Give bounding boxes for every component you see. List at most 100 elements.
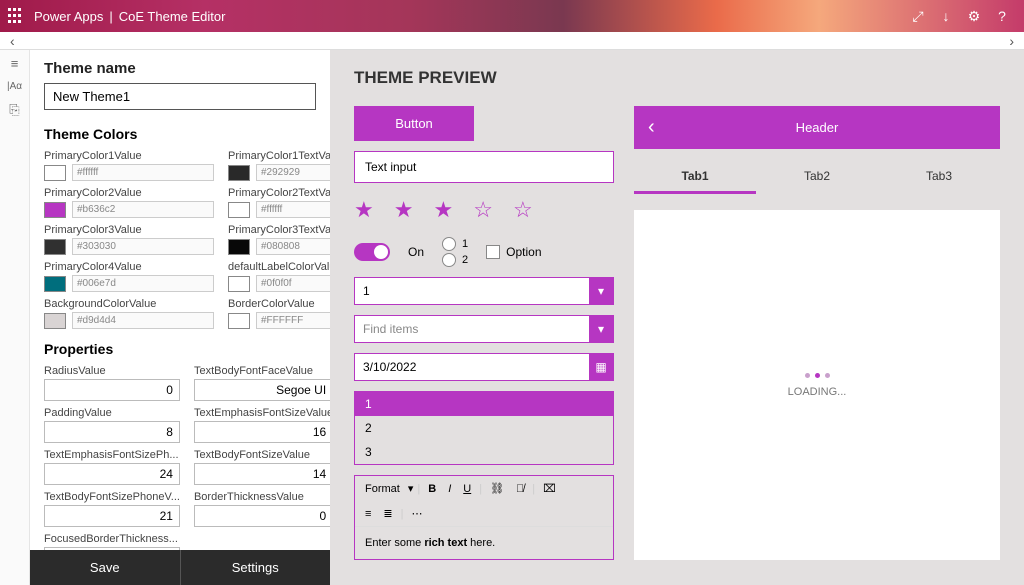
color-swatch[interactable] [228, 239, 250, 255]
find-combo[interactable]: ▾ [354, 315, 614, 343]
loading-card: LOADING... [634, 210, 1000, 560]
preview-header-bar: ‹ Header [634, 106, 1000, 149]
color-swatch[interactable] [228, 202, 250, 218]
theme-name-label: Theme name [44, 60, 316, 77]
checkbox-label: Option [506, 245, 541, 259]
top-bar: Power Apps | CoE Theme Editor ⤢ ↓ ⚙ ? [0, 0, 1024, 32]
forward-chevron-icon[interactable]: › [1009, 33, 1014, 49]
unlink-icon[interactable]: ⛓̸ [512, 481, 528, 497]
rating-control[interactable]: ★ ★ ★ ☆ ☆ [354, 197, 614, 223]
fontface-label: TextBodyFontFaceValue [194, 365, 330, 377]
list-item[interactable]: 2 [355, 416, 613, 440]
radius-input[interactable] [44, 379, 180, 401]
combo-box[interactable]: ▾ [354, 277, 614, 305]
calendar-icon[interactable]: ▦ [589, 354, 613, 380]
link-icon[interactable]: ⛓ [486, 480, 508, 497]
color-swatch[interactable] [44, 202, 66, 218]
body-size-input[interactable] [194, 463, 330, 485]
fit-icon[interactable]: ⤢ [904, 8, 932, 25]
color-hex-input[interactable] [72, 201, 214, 218]
radio-2[interactable] [442, 253, 456, 267]
toggle-switch[interactable] [354, 243, 390, 261]
waffle-icon[interactable] [8, 8, 24, 24]
preview-text-input[interactable] [354, 151, 614, 183]
body-size-label: TextBodyFontSizeValue [194, 449, 330, 461]
tab-1[interactable]: Tab1 [634, 161, 756, 194]
align-left-icon[interactable]: ≡ [361, 506, 375, 522]
chevron-down-icon[interactable]: ▾ [589, 278, 613, 304]
settings-button[interactable]: Settings [180, 550, 331, 585]
rail-data-icon[interactable]: ⎘ [9, 102, 19, 118]
border-thick-input[interactable] [194, 505, 330, 527]
color-hex-input[interactable] [72, 164, 214, 181]
title-divider: | [109, 9, 112, 24]
rich-text-editor[interactable]: Format▾ | B I U | ⛓ ⛓̸ | ⌧ ≡ ≣ | [354, 475, 614, 560]
color-hex-input[interactable] [72, 275, 214, 292]
star-2-icon[interactable]: ★ [394, 197, 414, 223]
list-item[interactable]: 1 [355, 392, 613, 416]
chevron-down-icon[interactable]: ▾ [408, 482, 414, 495]
body-size-ph-input[interactable] [44, 505, 180, 527]
color-hex-input[interactable] [256, 275, 330, 292]
emph-size-ph-input[interactable] [44, 463, 180, 485]
combo-input[interactable] [355, 278, 589, 304]
rte-body[interactable]: Enter some rich text here. [355, 527, 613, 559]
loading-dots-icon [805, 373, 830, 378]
radio-1[interactable] [442, 237, 456, 251]
color-hex-input[interactable] [72, 312, 214, 329]
color-label: defaultLabelColorValue [228, 261, 330, 273]
color-label: PrimaryColor1Value [44, 150, 214, 162]
color-swatch[interactable] [44, 276, 66, 292]
rail-text-icon[interactable]: |Aα [7, 81, 22, 92]
back-icon[interactable]: ‹ [648, 116, 655, 139]
color-hex-input[interactable] [256, 164, 330, 181]
loading-text: LOADING... [788, 386, 847, 398]
list-item[interactable]: 3 [355, 440, 613, 464]
date-input[interactable] [355, 354, 589, 380]
chevron-down-icon[interactable]: ▾ [589, 316, 613, 342]
color-swatch[interactable] [44, 165, 66, 181]
padding-input[interactable] [44, 421, 180, 443]
color-swatch[interactable] [228, 276, 250, 292]
date-picker[interactable]: ▦ [354, 353, 614, 381]
star-1-icon[interactable]: ★ [354, 197, 374, 223]
more-icon[interactable]: ⋯ [408, 505, 427, 522]
download-icon[interactable]: ↓ [932, 8, 960, 24]
clear-format-icon[interactable]: ⌧ [539, 480, 560, 497]
radius-label: RadiusValue [44, 365, 180, 377]
help-icon[interactable]: ? [988, 8, 1016, 24]
color-hex-input[interactable] [256, 201, 330, 218]
italic-icon[interactable]: I [444, 481, 455, 497]
align-center-icon[interactable]: ≣ [379, 505, 396, 522]
color-swatch[interactable] [228, 313, 250, 329]
rail-tree-icon[interactable]: ≡ [11, 56, 19, 71]
star-4-icon[interactable]: ☆ [473, 197, 493, 223]
back-strip: ‹ › [0, 32, 1024, 50]
color-swatch[interactable] [228, 165, 250, 181]
preview-button[interactable]: Button [354, 106, 474, 141]
emph-size-input[interactable] [194, 421, 330, 443]
save-button[interactable]: Save [30, 550, 180, 585]
underline-icon[interactable]: U [459, 481, 475, 497]
checkbox[interactable] [486, 245, 500, 259]
star-5-icon[interactable]: ☆ [513, 197, 533, 223]
color-hex-input[interactable] [256, 238, 330, 255]
back-chevron-icon[interactable]: ‹ [10, 33, 15, 49]
tab-2[interactable]: Tab2 [756, 161, 878, 194]
rte-format-dropdown[interactable]: Format [361, 481, 404, 497]
color-hex-input[interactable] [72, 238, 214, 255]
fontface-input[interactable] [194, 379, 330, 401]
color-hex-input[interactable] [256, 312, 330, 329]
emph-size-label: TextEmphasisFontSizeValue [194, 407, 330, 419]
theme-name-input[interactable] [44, 83, 316, 110]
color-label: PrimaryColor2TextValue [228, 187, 330, 199]
star-3-icon[interactable]: ★ [433, 197, 453, 223]
find-input[interactable] [355, 316, 589, 342]
gear-icon[interactable]: ⚙ [960, 8, 988, 25]
color-swatch[interactable] [44, 239, 66, 255]
tab-3[interactable]: Tab3 [878, 161, 1000, 194]
color-swatch[interactable] [44, 313, 66, 329]
bold-icon[interactable]: B [424, 481, 440, 497]
list-box[interactable]: 1 2 3 [354, 391, 614, 465]
color-label: PrimaryColor3Value [44, 224, 214, 236]
